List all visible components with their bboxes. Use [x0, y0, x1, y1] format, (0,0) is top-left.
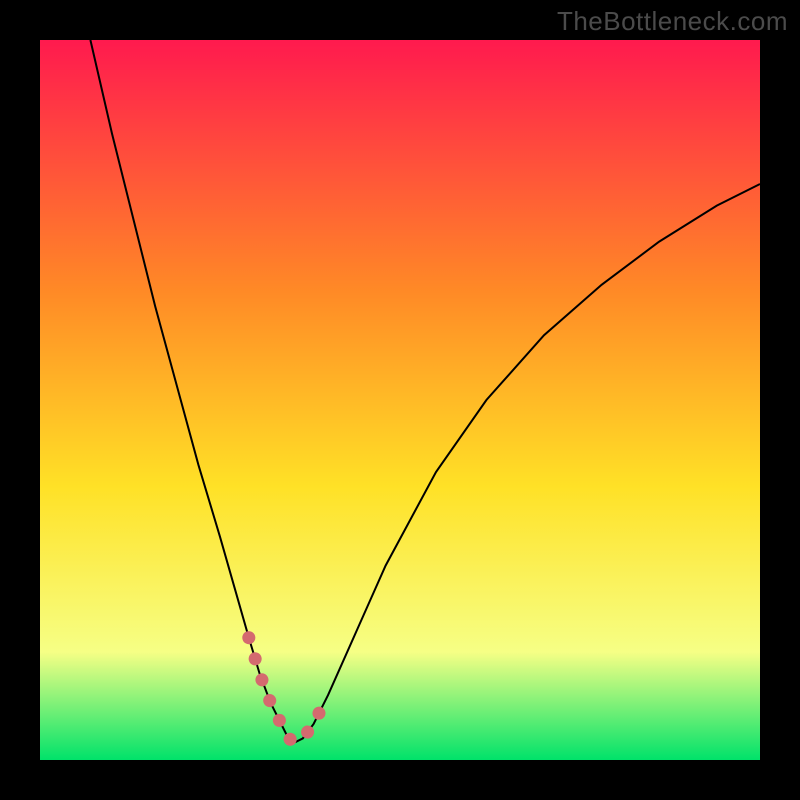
series-highlight: [249, 638, 328, 742]
watermark-text: TheBottleneck.com: [557, 6, 788, 37]
plot-area: [40, 40, 760, 760]
series-curve: [90, 40, 760, 742]
chart-frame: TheBottleneck.com: [0, 0, 800, 800]
chart-svg: [40, 40, 760, 760]
